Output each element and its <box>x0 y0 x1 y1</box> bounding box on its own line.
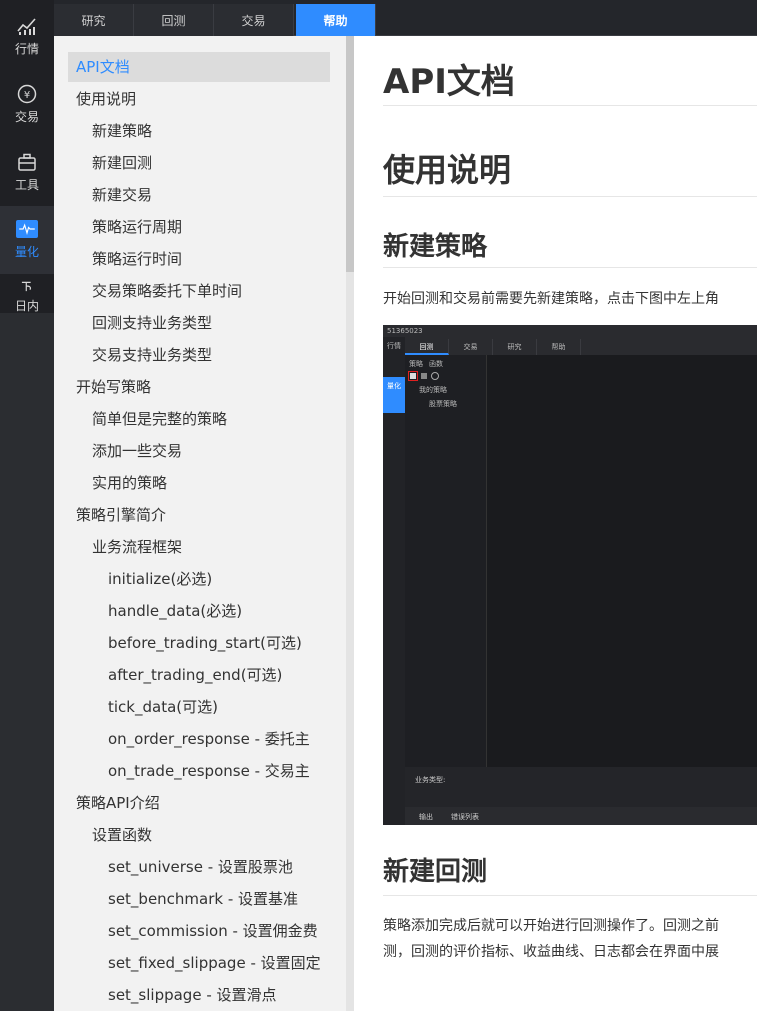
toolbox-icon <box>18 153 36 171</box>
paragraph-new-strategy: 开始回测和交易前需要先新建策略，点击下图中左上角 <box>383 291 719 307</box>
doc-title: API文档 <box>383 62 515 102</box>
tab-research[interactable]: 研究 <box>54 4 134 36</box>
toc-item[interactable]: 实用的策略 <box>68 468 167 498</box>
screenshot-refresh-icon <box>431 372 439 380</box>
screenshot-rail-market: 行情 <box>387 342 401 350</box>
yen-exchange-icon: ¥ <box>17 84 37 104</box>
screenshot-tabbar: 回测 交易 研究 帮助 <box>405 337 757 355</box>
toc-item[interactable]: 简单但是完整的策略 <box>68 404 227 434</box>
screenshot-tab: 研究 <box>493 339 537 355</box>
toc-item[interactable]: 策略运行周期 <box>68 212 182 242</box>
tab-trade[interactable]: 交易 <box>214 4 294 36</box>
section-heading-new-backtest: 新建回测 <box>383 857 488 887</box>
rail-label-market: 行情 <box>14 42 39 56</box>
divider <box>383 196 757 197</box>
toc-item[interactable]: 新建策略 <box>68 116 152 146</box>
toc-item[interactable]: handle_data(必选) <box>68 596 242 626</box>
toc-item[interactable]: before_trading_start(可选) <box>68 628 302 658</box>
screenshot-new-strategy-icon <box>410 373 416 379</box>
toc-item[interactable]: API文档 <box>68 52 330 82</box>
market-chart-icon <box>17 18 36 35</box>
toc-item[interactable]: on_order_response - 委托主 <box>68 724 310 754</box>
rail-label-intraday: 日内 <box>14 299 39 313</box>
toc-item[interactable]: set_commission - 设置佣金费 <box>68 916 318 946</box>
toc-item[interactable]: 新建交易 <box>68 180 152 210</box>
screenshot-business-type-label: 业务类型: <box>415 776 446 784</box>
section-heading-new-strategy: 新建策略 <box>383 232 488 262</box>
paragraph-new-backtest-line2: 测，回测的评价指标、收益曲线、日志都会在界面中展 <box>383 944 719 960</box>
rail-item-quant[interactable]: 量化 <box>0 206 54 274</box>
screenshot-titlebar: 51365023 <box>383 325 757 337</box>
rail-label-tools: 工具 <box>14 178 39 192</box>
toc-item[interactable]: 策略API介绍 <box>68 788 160 818</box>
toc-item[interactable]: after_trading_end(可选) <box>68 660 282 690</box>
screenshot-subtab: 策略 <box>409 360 423 368</box>
rail-item-trade[interactable]: ¥ 交易 <box>0 70 54 138</box>
screenshot-editor-area <box>487 355 757 767</box>
screenshot-tree-root: 我的策略 <box>419 386 447 394</box>
toc-item[interactable]: initialize(必选) <box>68 564 212 594</box>
divider <box>383 895 757 896</box>
rail-label-trade: 交易 <box>14 110 39 124</box>
screenshot-tree-child: 股票策略 <box>429 400 457 408</box>
toc-item[interactable]: 策略引擎简介 <box>68 500 166 530</box>
intraday-icon <box>21 281 32 292</box>
divider <box>383 105 757 106</box>
screenshot-tab: 交易 <box>449 339 493 355</box>
toc-item[interactable]: on_trade_response - 交易主 <box>68 756 310 786</box>
toc-item[interactable]: 交易策略委托下单时间 <box>68 276 242 306</box>
toc-item[interactable]: 设置函数 <box>68 820 152 850</box>
screenshot-tab: 帮助 <box>537 339 581 355</box>
screenshot-output-tab: 输出 <box>419 813 433 821</box>
rail-item-market[interactable]: 行情 <box>0 2 54 70</box>
embedded-screenshot: 51365023 行情 量化 回测 交易 研究 帮助 策略 函数 我的策略 股票… <box>383 325 757 825</box>
toc-item[interactable]: 新建回测 <box>68 148 152 178</box>
screenshot-strategy-panel: 策略 函数 我的策略 股票策略 <box>405 355 487 767</box>
toc-item[interactable]: 交易支持业务类型 <box>68 340 212 370</box>
toc-item[interactable]: tick_data(可选) <box>68 692 218 722</box>
svg-text:¥: ¥ <box>24 90 30 101</box>
toc-item[interactable]: set_fixed_slippage - 设置固定 <box>68 948 321 978</box>
tab-help[interactable]: 帮助 <box>296 4 376 36</box>
tab-backtest[interactable]: 回测 <box>134 4 214 36</box>
screenshot-rail-quant: 量化 <box>383 377 405 413</box>
toc-scrollbar-thumb[interactable] <box>346 36 354 272</box>
rail-item-tools[interactable]: 工具 <box>0 138 54 206</box>
doc-content: API文档 使用说明 新建策略 开始回测和交易前需要先新建策略，点击下图中左上角… <box>354 36 757 1011</box>
screenshot-tab: 回测 <box>405 339 449 355</box>
icon-rail: 行情 ¥ 交易 工具 量化 日内 <box>0 0 54 1011</box>
divider <box>383 267 757 268</box>
top-tab-bar: 研究 回测 交易 帮助 <box>54 0 757 36</box>
toc-item[interactable]: 开始写策略 <box>68 372 151 402</box>
screenshot-errors-tab: 错误列表 <box>451 813 479 821</box>
section-heading-usage: 使用说明 <box>383 151 512 189</box>
toc-item[interactable]: set_universe - 设置股票池 <box>68 852 293 882</box>
rail-item-intraday[interactable]: 日内 <box>0 274 54 314</box>
toc-item[interactable]: 业务流程框架 <box>68 532 182 562</box>
screenshot-subtab: 函数 <box>429 360 443 368</box>
toc-item[interactable]: set_slippage - 设置滑点 <box>68 980 277 1010</box>
toc-item[interactable]: set_benchmark - 设置基准 <box>68 884 298 914</box>
toc-item[interactable]: 回测支持业务类型 <box>68 308 212 338</box>
screenshot-delete-icon <box>421 373 427 379</box>
paragraph-new-backtest-line1: 策略添加完成后就可以开始进行回测操作了。回测之前 <box>383 918 719 934</box>
screenshot-bottom-tabs: 输出 错误列表 <box>405 807 757 825</box>
rail-label-quant: 量化 <box>14 245 39 259</box>
toc-item[interactable]: 添加一些交易 <box>68 436 182 466</box>
quant-pulse-icon <box>16 220 38 238</box>
screenshot-rail: 行情 量化 <box>383 337 405 825</box>
toc-item[interactable]: 使用说明 <box>68 84 136 114</box>
doc-toc-sidebar: API文档 使用说明 新建策略 新建回测 新建交易 策略运行周期 策略运行时间 交易策略委托下… <box>54 36 354 1011</box>
toc-item[interactable]: 策略运行时间 <box>68 244 182 274</box>
